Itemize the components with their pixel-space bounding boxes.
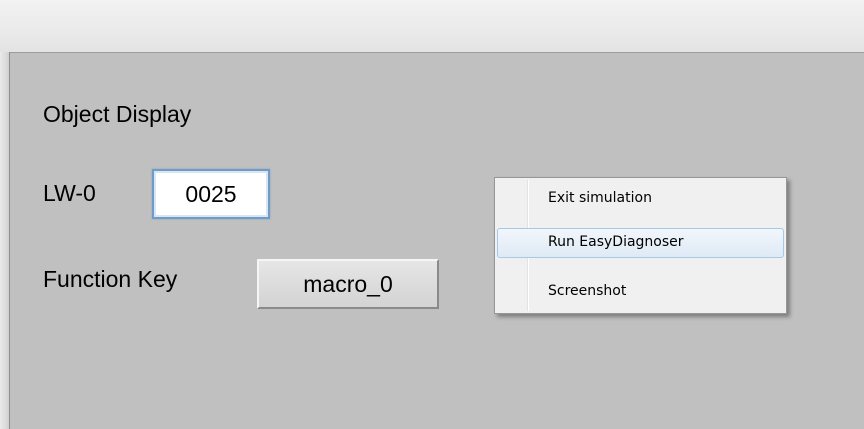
menu-item-label: Exit simulation xyxy=(548,190,652,206)
window-title-bar[interactable] xyxy=(0,0,864,52)
numeric-display-value: 0025 xyxy=(185,180,237,207)
menu-item-run-easydiagnoser[interactable]: Run EasyDiagnoser xyxy=(497,228,784,258)
simulation-window: Object Display LW-0 0025 Function Key ma… xyxy=(0,0,864,429)
lw-0-label: LW-0 xyxy=(43,180,96,206)
object-display-title: Object Display xyxy=(43,101,192,127)
menu-item-label: Screenshot xyxy=(548,283,627,299)
menu-item-label: Run EasyDiagnoser xyxy=(548,234,684,250)
function-key-macro-button[interactable]: macro_0 xyxy=(257,259,439,309)
menu-item-screenshot[interactable]: Screenshot xyxy=(497,277,784,307)
function-key-button-label: macro_0 xyxy=(303,270,393,297)
menu-item-exit-simulation[interactable]: Exit simulation xyxy=(497,184,784,214)
numeric-display-lw-0[interactable]: 0025 xyxy=(152,169,270,219)
window-frame-left xyxy=(0,52,10,429)
function-key-label: Function Key xyxy=(43,266,178,292)
context-menu: Exit simulation Run EasyDiagnoser Screen… xyxy=(494,177,787,314)
